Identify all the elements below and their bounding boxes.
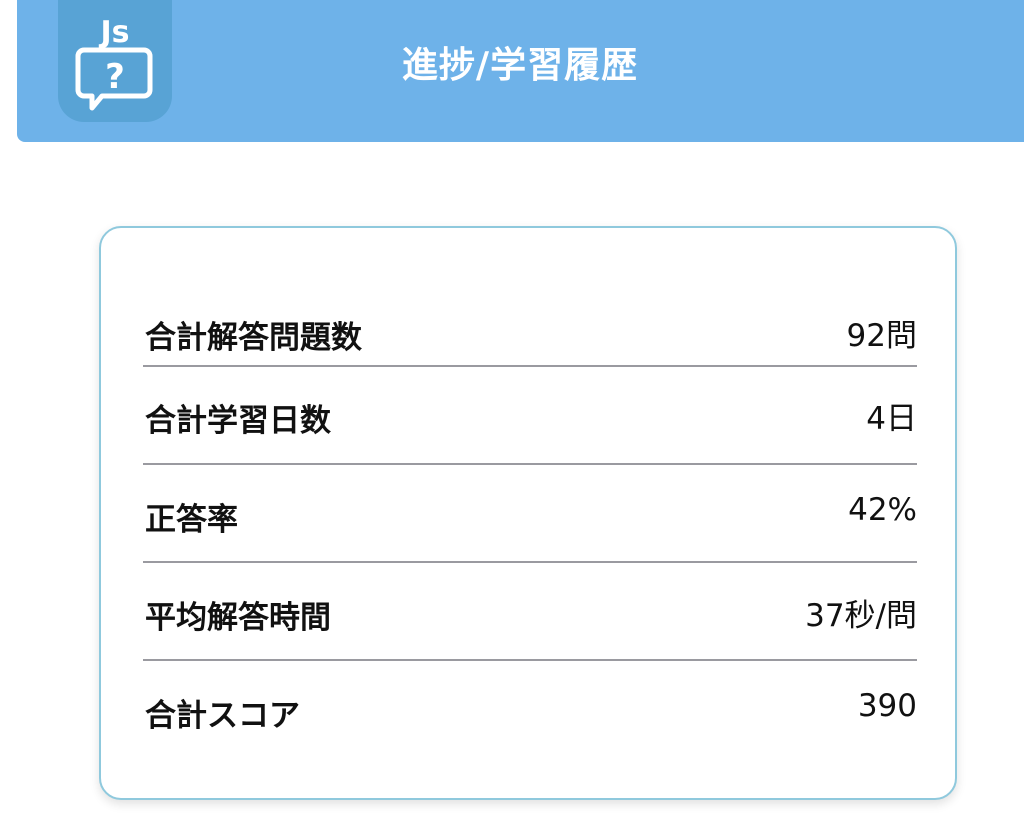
stat-row-average-time: 平均解答時間 37秒/問 (143, 566, 917, 664)
stat-row-total-score: 合計スコア 390 (143, 664, 917, 762)
js-question-bubble-icon: Js ? (75, 15, 153, 111)
stat-label: 合計スコア (145, 698, 300, 734)
stat-value: 42% (848, 492, 917, 528)
stats-card: 合計解答問題数 92問 合計学習日数 4日 正答率 42% 平均解答時間 37秒… (99, 226, 957, 800)
stat-value: 37秒/問 (805, 598, 917, 634)
stat-label: 平均解答時間 (145, 600, 331, 636)
page-title: 進捗/学習履歴 (401, 45, 639, 86)
stat-label: 合計解答問題数 (145, 320, 362, 356)
stat-value: 92問 (846, 318, 917, 354)
stat-row-accuracy: 正答率 42% (143, 468, 917, 566)
stat-label: 正答率 (145, 502, 238, 538)
row-divider (143, 463, 917, 465)
js-quiz-app-icon[interactable]: Js ? (58, 0, 172, 122)
row-divider (143, 659, 917, 661)
row-divider (143, 561, 917, 563)
row-divider (143, 365, 917, 367)
js-icon-text: Js (98, 15, 129, 50)
stat-value: 4日 (866, 401, 917, 437)
stat-value: 390 (857, 688, 917, 724)
stat-row-study-days: 合計学習日数 4日 (143, 369, 917, 467)
question-mark-icon: ? (105, 57, 125, 97)
stat-label: 合計学習日数 (145, 403, 331, 439)
